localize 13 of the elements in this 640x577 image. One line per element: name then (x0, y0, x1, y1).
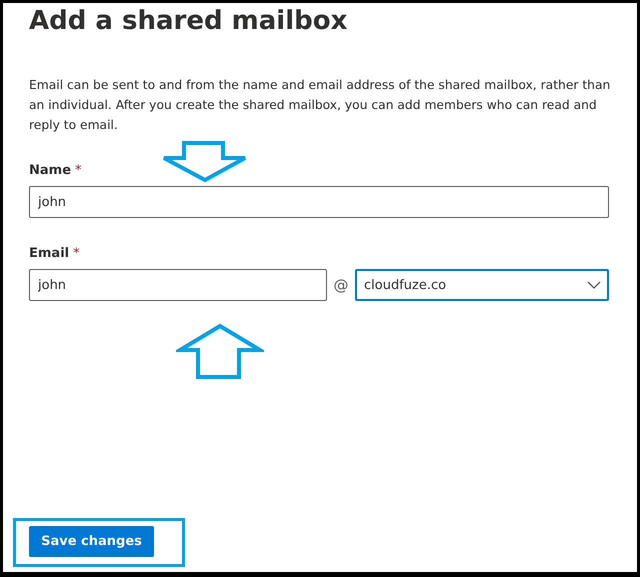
email-field[interactable]: john (29, 269, 327, 301)
field-label: Name (29, 162, 72, 180)
field-label: Email (29, 245, 70, 263)
save-button[interactable]: Save changes (29, 526, 154, 557)
description-text: Email can be sent to and from the name and email address of the shared mailbox, rather than an individual. After you create the shared mailbox, you can add members who can read and reply to email. (29, 77, 612, 134)
required-mark: * (73, 245, 80, 263)
up-arrow-icon (176, 322, 264, 380)
required-mark: * (75, 162, 82, 180)
name-field[interactable]: john (29, 186, 609, 218)
chevron-down-icon (587, 281, 601, 289)
page-title: Add a shared mailbox (29, 5, 348, 38)
at-sign: @ (332, 275, 350, 296)
domain-dropdown[interactable]: cloudfuze.co (355, 269, 609, 301)
